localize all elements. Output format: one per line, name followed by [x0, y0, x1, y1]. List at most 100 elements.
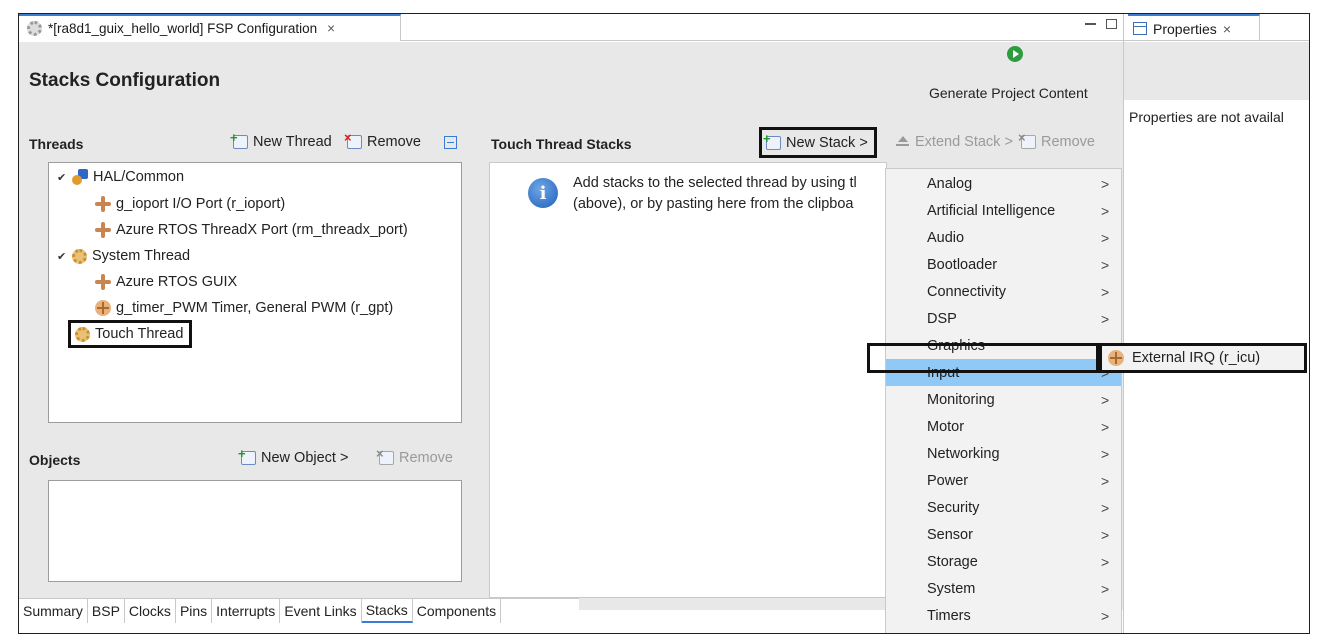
- remove-stack-button[interactable]: Remove: [1018, 130, 1095, 150]
- minimize-icon[interactable]: [1085, 19, 1096, 25]
- tree-item-label: System Thread: [92, 248, 191, 264]
- stacks-canvas: i Add stacks to the selected thread by u…: [489, 162, 887, 598]
- add-icon: [238, 446, 256, 465]
- properties-header: [1124, 42, 1309, 100]
- objects-list: [48, 480, 462, 582]
- properties-view: Properties × Properties are not availal: [1123, 14, 1309, 633]
- menu-item-motor[interactable]: Motor >: [886, 413, 1121, 440]
- editor-bottom-tabs: Summary BSP Clocks Pins Interrupts Event…: [19, 598, 579, 623]
- tab-components[interactable]: Components: [413, 599, 502, 623]
- add-icon: [763, 131, 781, 150]
- new-stack-menu: Analog > Artificial Intelligence > Audio > …: [885, 168, 1122, 633]
- properties-tabbar: Properties ×: [1124, 14, 1309, 41]
- tree-item-label: Azure RTOS ThreadX Port (rm_threadx_port…: [116, 222, 408, 238]
- chevron-right-icon: >: [1101, 391, 1110, 408]
- info-text: Add stacks to the selected thread by usi…: [573, 173, 888, 215]
- tree-item-label: Azure RTOS GUIX: [116, 274, 238, 290]
- remove-object-label: Remove: [399, 450, 453, 466]
- properties-tab-title: Properties: [1153, 20, 1217, 37]
- editor-tab[interactable]: *[ra8d1_guix_hello_world] FSP Configurat…: [19, 14, 401, 41]
- menu-item-sensor[interactable]: Sensor >: [886, 521, 1121, 548]
- close-icon[interactable]: ×: [327, 21, 335, 36]
- menu-item-artificial-intelligence[interactable]: Artificial Intelligence >: [886, 197, 1121, 224]
- tab-stacks[interactable]: Stacks: [361, 599, 413, 623]
- remove-stack-label: Remove: [1041, 134, 1095, 150]
- close-icon[interactable]: ×: [1223, 21, 1231, 37]
- properties-icon: [1133, 22, 1147, 35]
- module-icon: [95, 300, 111, 316]
- extend-stack-button[interactable]: Extend Stack >: [895, 134, 1013, 150]
- chevron-right-icon: >: [1101, 553, 1110, 570]
- tab-clocks[interactable]: Clocks: [125, 599, 176, 623]
- remove-icon: [376, 446, 394, 465]
- remove-icon: [344, 130, 362, 149]
- menu-item-audio[interactable]: Audio >: [886, 224, 1121, 251]
- touch-thread-stacks-header: Touch Thread Stacks: [491, 136, 632, 152]
- gear-icon: [27, 21, 42, 36]
- new-thread-button[interactable]: New Thread: [230, 130, 332, 150]
- menu-item-power[interactable]: Power >: [886, 467, 1121, 494]
- module-icon: [95, 196, 111, 212]
- maximize-icon[interactable]: [1106, 19, 1117, 29]
- stacks-header: Stacks Configuration Generate Project Co…: [19, 42, 1123, 124]
- menu-item-connectivity[interactable]: Connectivity >: [886, 278, 1121, 305]
- menu-item-monitoring[interactable]: Monitoring >: [886, 386, 1121, 413]
- remove-thread-label: Remove: [367, 134, 421, 150]
- threads-title: Threads: [29, 136, 84, 152]
- chevron-right-icon: >: [1101, 202, 1110, 219]
- input-highlight: [867, 343, 1099, 373]
- properties-tab[interactable]: Properties ×: [1128, 14, 1260, 41]
- page-title: Stacks Configuration: [29, 70, 221, 91]
- menu-item-networking[interactable]: Networking >: [886, 440, 1121, 467]
- gear-icon: [72, 248, 87, 264]
- menu-item-bootloader[interactable]: Bootloader >: [886, 251, 1121, 278]
- module-icon: [95, 274, 111, 290]
- menu-item-security[interactable]: Security >: [886, 494, 1121, 521]
- tree-item-guix[interactable]: Azure RTOS GUIX: [95, 274, 237, 290]
- new-object-label: New Object >: [261, 450, 349, 466]
- extend-icon: [895, 135, 910, 149]
- extend-stack-label: Extend Stack >: [915, 134, 1013, 150]
- tab-pins[interactable]: Pins: [176, 599, 213, 623]
- ide-window: *[ra8d1_guix_hello_world] FSP Configurat…: [18, 13, 1310, 634]
- remove-object-button[interactable]: Remove: [376, 446, 453, 466]
- new-thread-label: New Thread: [253, 134, 332, 150]
- remove-icon: [1018, 130, 1036, 149]
- chevron-down-icon[interactable]: ✔: [57, 250, 67, 263]
- tree-item-g-timer-pwm[interactable]: g_timer_PWM Timer, General PWM (r_gpt): [95, 300, 393, 316]
- menu-item-storage[interactable]: Storage >: [886, 548, 1121, 575]
- tab-interrupts[interactable]: Interrupts: [212, 599, 281, 623]
- chevron-right-icon: >: [1101, 445, 1110, 462]
- submenu-item-external-irq[interactable]: External IRQ (r_icu): [1132, 350, 1260, 366]
- generate-icon[interactable]: [1007, 46, 1023, 62]
- tree-item-system-thread[interactable]: ✔ System Thread: [57, 248, 190, 264]
- menu-item-timers[interactable]: Timers >: [886, 602, 1121, 629]
- info-line-2: (above), or by pasting here from the cli…: [573, 196, 854, 212]
- chevron-right-icon: >: [1101, 580, 1110, 597]
- add-icon: [230, 130, 248, 149]
- tab-event-links[interactable]: Event Links: [280, 599, 362, 623]
- chevron-down-icon[interactable]: ✔: [57, 171, 67, 184]
- tree-item-threadx-port[interactable]: Azure RTOS ThreadX Port (rm_threadx_port…: [95, 222, 408, 238]
- window-controls: [1085, 19, 1117, 29]
- hal-icon: [72, 169, 88, 185]
- tree-item-g-ioport[interactable]: g_ioport I/O Port (r_ioport): [95, 196, 285, 212]
- new-stack-button[interactable]: New Stack >: [759, 127, 877, 158]
- tree-item-touch-thread[interactable]: Touch Thread: [68, 320, 193, 348]
- editor-tabbar: *[ra8d1_guix_hello_world] FSP Configurat…: [19, 14, 1123, 41]
- tree-item-hal-common[interactable]: ✔ HAL/Common: [57, 169, 184, 185]
- remove-thread-button[interactable]: Remove: [344, 130, 421, 150]
- new-object-button[interactable]: New Object >: [238, 446, 349, 466]
- chevron-right-icon: >: [1101, 310, 1110, 327]
- menu-item-system[interactable]: System >: [886, 575, 1121, 602]
- chevron-right-icon: >: [1101, 607, 1110, 624]
- menu-item-analog[interactable]: Analog >: [886, 170, 1121, 197]
- objects-title: Objects: [29, 452, 81, 468]
- new-stack-label: New Stack >: [786, 134, 868, 151]
- tab-summary[interactable]: Summary: [19, 599, 88, 623]
- collapse-all-button[interactable]: [444, 136, 457, 149]
- tab-bsp[interactable]: BSP: [88, 599, 125, 623]
- generate-project-content-button[interactable]: Generate Project Content: [929, 85, 1088, 101]
- menu-item-dsp[interactable]: DSP >: [886, 305, 1121, 332]
- touch-thread-stacks-title: Touch Thread Stacks: [491, 136, 632, 152]
